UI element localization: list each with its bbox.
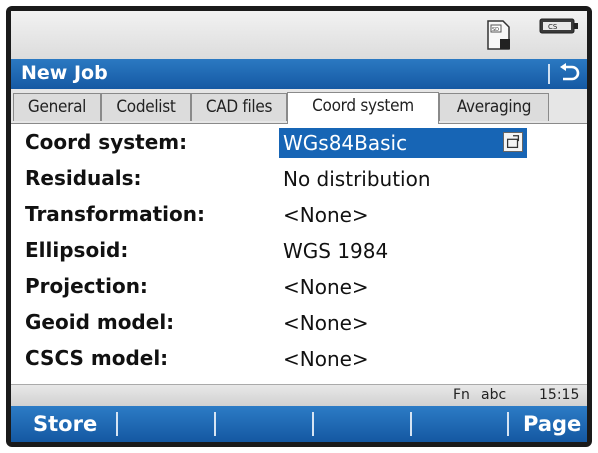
geoid-model-value[interactable]: <None> — [283, 311, 369, 335]
transformation-label: Transformation: — [25, 202, 205, 226]
softkey-separator — [312, 412, 314, 436]
softkey-separator — [214, 412, 216, 436]
field-list: Coord system: WGs84Basic Residuals: No d… — [11, 124, 587, 384]
title-bar: New Job — [11, 59, 587, 89]
tab-averaging[interactable]: Averaging — [439, 93, 549, 121]
device-frame: SD CS New Job General Codelist CAD files — [6, 6, 592, 447]
page-button[interactable]: Page — [523, 406, 581, 442]
softkey-bar: Store Page — [11, 406, 587, 442]
residuals-value[interactable]: No distribution — [283, 167, 431, 191]
softkey-separator — [410, 412, 412, 436]
tab-codelist[interactable]: Codelist — [101, 93, 191, 121]
geoid-model-label: Geoid model: — [25, 310, 175, 334]
tab-cad-files[interactable]: CAD files — [191, 93, 287, 121]
list-open-icon[interactable] — [503, 132, 523, 152]
row-residuals: Residuals: No distribution — [11, 162, 587, 198]
sd-card-icon: SD — [487, 20, 510, 50]
ellipsoid-label: Ellipsoid: — [25, 238, 129, 262]
row-cscs-model: CSCS model: <None> — [11, 342, 587, 378]
screen: SD CS New Job General Codelist CAD files — [11, 11, 587, 442]
input-mode-indicator: abc — [481, 387, 507, 403]
residuals-label: Residuals: — [25, 166, 142, 190]
row-transformation: Transformation: <None> — [11, 198, 587, 234]
clock: 15:15 — [539, 387, 580, 403]
store-button[interactable]: Store — [33, 406, 97, 442]
tab-general[interactable]: General — [13, 93, 101, 121]
status-bar: SD CS — [11, 11, 587, 59]
coord-system-value: WGs84Basic — [283, 131, 408, 155]
row-geoid-model: Geoid model: <None> — [11, 306, 587, 342]
fn-indicator: Fn — [453, 387, 470, 403]
cscs-model-value[interactable]: <None> — [283, 347, 369, 371]
info-line: Fn abc 15:15 — [11, 384, 587, 407]
tab-coord-system[interactable]: Coord system — [287, 92, 439, 124]
cscs-model-label: CSCS model: — [25, 346, 169, 370]
row-ellipsoid: Ellipsoid: WGS 1984 — [11, 234, 587, 270]
softkey-separator — [116, 412, 118, 436]
coord-system-field[interactable]: WGs84Basic — [279, 128, 527, 158]
row-projection: Projection: <None> — [11, 270, 587, 306]
svg-text:CS: CS — [548, 23, 558, 31]
ellipsoid-value[interactable]: WGS 1984 — [283, 239, 388, 263]
softkey-separator — [507, 412, 509, 436]
svg-text:SD: SD — [492, 27, 499, 33]
back-arrow-icon[interactable] — [557, 63, 581, 85]
transformation-value[interactable]: <None> — [283, 203, 369, 227]
battery-icon: CS — [539, 18, 578, 34]
row-coord-system: Coord system: WGs84Basic — [11, 126, 587, 162]
title-separator — [548, 64, 550, 84]
projection-value[interactable]: <None> — [283, 275, 369, 299]
tab-bar: General Codelist CAD files Coord system … — [11, 89, 587, 124]
projection-label: Projection: — [25, 274, 148, 298]
page-title: New Job — [21, 62, 108, 84]
coord-system-label: Coord system: — [25, 130, 188, 154]
